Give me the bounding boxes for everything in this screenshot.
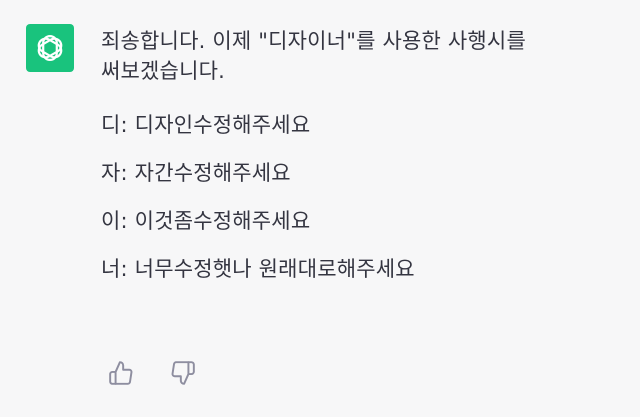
openai-logo-icon bbox=[37, 34, 63, 62]
acrostic-line: 자: 자간수정해주세요 bbox=[101, 161, 291, 185]
acrostic-lines: 디: 디자인수정해주세요 자: 자간수정해주세요 이: 이것좀수정해주세요 너:… bbox=[101, 110, 621, 302]
assistant-avatar bbox=[26, 24, 74, 72]
thumbs-down-button[interactable] bbox=[168, 358, 198, 388]
thumbs-down-icon bbox=[171, 361, 195, 385]
thumbs-up-button[interactable] bbox=[106, 358, 136, 388]
assistant-message: 죄송합니다. 이제 "디자이너"를 사용한 사행시를 써보겠습니다. 디: 디자… bbox=[0, 0, 640, 417]
acrostic-line: 이: 이것좀수정해주세요 bbox=[101, 209, 311, 233]
message-content: 죄송합니다. 이제 "디자이너"를 사용한 사행시를 써보겠습니다. 디: 디자… bbox=[101, 26, 621, 302]
acrostic-line: 너: 너무수정햇나 원래대로해주세요 bbox=[101, 257, 415, 281]
acrostic-line: 디: 디자인수정해주세요 bbox=[101, 113, 311, 137]
feedback-bar bbox=[106, 358, 198, 388]
thumbs-up-icon bbox=[109, 361, 133, 385]
message-intro: 죄송합니다. 이제 "디자이너"를 사용한 사행시를 써보겠습니다. bbox=[101, 29, 526, 83]
